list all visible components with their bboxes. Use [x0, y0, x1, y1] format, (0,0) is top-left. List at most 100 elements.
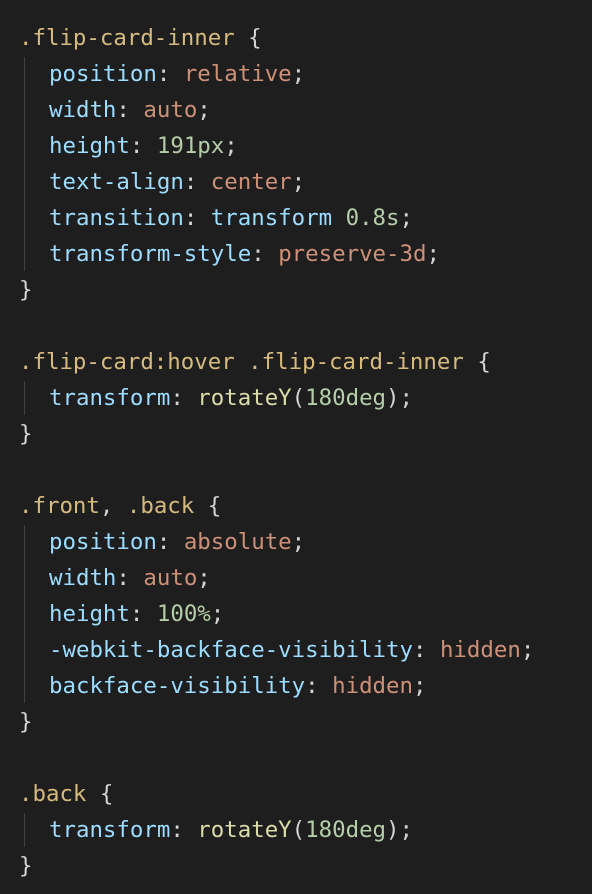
css-number: 191px: [156, 133, 225, 159]
semicolon: ;: [399, 817, 414, 843]
colon: :: [156, 529, 184, 555]
semicolon: ;: [197, 97, 211, 123]
code-line: .flip-card:hover .flip-card-inner {: [19, 344, 491, 380]
close-brace: }: [19, 277, 33, 303]
code-line: position: absolute;: [49, 524, 305, 560]
colon: :: [170, 385, 198, 411]
css-selector: .back: [126, 493, 195, 519]
code-line: transform: rotateY(180deg);: [49, 380, 413, 416]
colon: :: [156, 61, 184, 87]
close-brace: }: [19, 421, 33, 447]
colon: :: [183, 205, 211, 231]
semicolon: ;: [399, 385, 414, 411]
code-line: -webkit-backface-visibility: hidden;: [49, 632, 534, 668]
code-line: backface-visibility: hidden;: [49, 668, 426, 704]
semicolon: ;: [520, 637, 535, 663]
close-paren: ): [386, 385, 400, 411]
semicolon: ;: [210, 601, 225, 627]
semicolon: ;: [291, 61, 306, 87]
open-brace: {: [234, 25, 262, 51]
open-brace: {: [86, 781, 114, 807]
indent-guide: [24, 57, 25, 271]
css-value: relative: [183, 61, 292, 87]
css-property: width: [49, 565, 117, 591]
code-line: height: 191px;: [49, 128, 238, 164]
css-number: 100%: [156, 601, 211, 627]
css-value: absolute: [183, 529, 292, 555]
code-line: }: [19, 272, 32, 308]
css-property: transform-style: [49, 241, 252, 267]
css-function: rotateY: [197, 385, 292, 411]
code-editor[interactable]: .flip-card-inner { position: relative; w…: [0, 0, 592, 894]
css-property: position: [49, 61, 157, 87]
css-property: width: [49, 97, 117, 123]
css-property: -webkit-backface-visibility: [49, 637, 413, 663]
css-property: text-align: [49, 169, 184, 195]
css-number: 180deg: [305, 385, 387, 411]
css-value: hidden: [332, 673, 413, 699]
css-property: position: [49, 529, 157, 555]
css-selector: .front: [19, 493, 100, 519]
colon: :: [412, 637, 440, 663]
colon: :: [170, 817, 198, 843]
semicolon: ;: [399, 205, 413, 231]
semicolon: ;: [197, 565, 211, 591]
code-line: .back {: [19, 776, 113, 812]
colon: :: [116, 97, 144, 123]
css-property: height: [49, 601, 130, 627]
code-line: text-align: center;: [49, 164, 305, 200]
css-number: 180deg: [305, 817, 387, 843]
semicolon: ;: [426, 241, 440, 267]
code-line: }: [19, 704, 32, 740]
semicolon: ;: [413, 673, 427, 699]
css-selector: .flip-card-inner: [19, 25, 235, 51]
semicolon: ;: [291, 529, 306, 555]
code-line: width: auto;: [49, 560, 211, 596]
css-property: height: [49, 133, 130, 159]
css-function: rotateY: [197, 817, 292, 843]
colon: :: [251, 241, 279, 267]
css-selector: .back: [19, 781, 87, 807]
open-brace: {: [463, 349, 491, 375]
close-paren: ): [386, 817, 400, 843]
comma: ,: [99, 493, 127, 519]
open-paren: (: [291, 817, 306, 843]
semicolon: ;: [291, 169, 306, 195]
css-selector: .flip-card:hover: [19, 349, 235, 375]
css-property: transition: [49, 205, 184, 231]
code-line: .front, .back {: [19, 488, 221, 524]
code-line: transition: transform 0.8s;: [49, 200, 413, 236]
semicolon: ;: [224, 133, 238, 159]
close-brace: }: [19, 853, 33, 879]
colon: :: [129, 601, 157, 627]
code-line: }: [19, 848, 32, 884]
code-line: position: relative;: [49, 56, 305, 92]
code-line: width: auto;: [49, 92, 211, 128]
css-value: preserve-3d: [278, 241, 427, 267]
code-line: }: [19, 416, 32, 452]
css-number: 0.8s: [345, 205, 400, 231]
open-paren: (: [291, 385, 306, 411]
indent-guide: [24, 813, 25, 847]
code-line: height: 100%;: [49, 596, 224, 632]
css-property: transform: [49, 817, 171, 843]
colon: :: [116, 565, 144, 591]
css-value: auto: [143, 565, 198, 591]
colon: :: [183, 169, 211, 195]
indent-guide: [24, 381, 25, 415]
code-line: .flip-card-inner {: [19, 20, 262, 56]
css-property: backface-visibility: [49, 673, 306, 699]
open-brace: {: [194, 493, 222, 519]
css-value: auto: [143, 97, 198, 123]
code-line: transform-style: preserve-3d;: [49, 236, 440, 272]
indent-guide: [24, 525, 25, 703]
css-selector: .flip-card-inner: [248, 349, 464, 375]
css-value: center: [210, 169, 292, 195]
code-line: transform: rotateY(180deg);: [49, 812, 413, 848]
colon: :: [305, 673, 333, 699]
colon: :: [129, 133, 157, 159]
css-value: hidden: [439, 637, 521, 663]
css-value: transform: [210, 205, 333, 231]
